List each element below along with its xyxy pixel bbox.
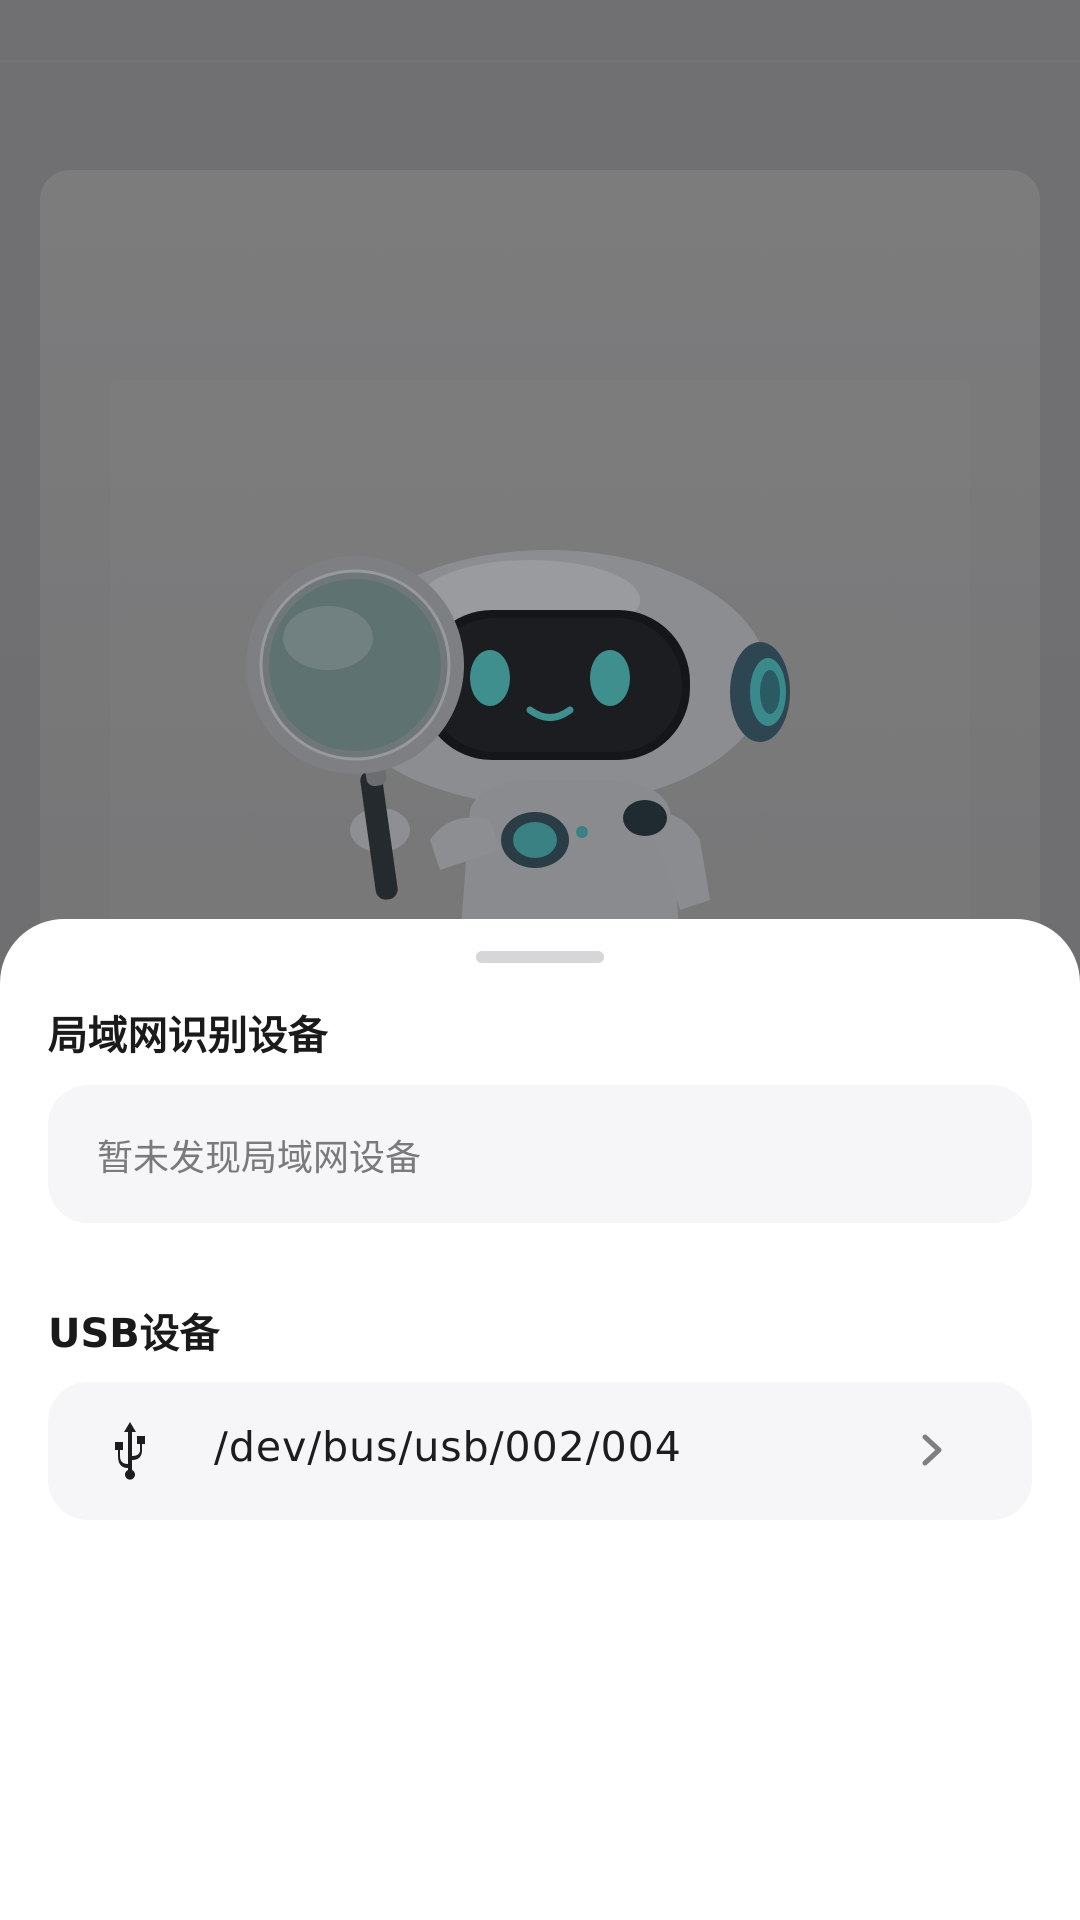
usb-device-path: /dev/bus/usb/002/004 [214,1423,682,1471]
usb-icon [115,1422,145,1480]
sheet-drag-handle[interactable] [476,951,604,963]
robot-illustration [246,550,790,940]
lan-section-title: 局域网识别设备 [48,1013,328,1059]
lan-device-panel: 暂未发现局域网设备 [48,1085,1032,1223]
robot-eye-right [590,650,630,706]
usb-section-title: USB设备 [48,1311,220,1357]
device-bottom-sheet: 局域网识别设备 暂未发现局域网设备 USB设备 /dev/bus/usb/002… [0,919,1080,1920]
lan-empty-message: 暂未发现局域网设备 [97,1138,422,1179]
chevron-right-icon [922,1434,942,1466]
robot-eye-left [470,650,510,706]
usb-device-item[interactable]: /dev/bus/usb/002/004 [48,1382,1032,1520]
